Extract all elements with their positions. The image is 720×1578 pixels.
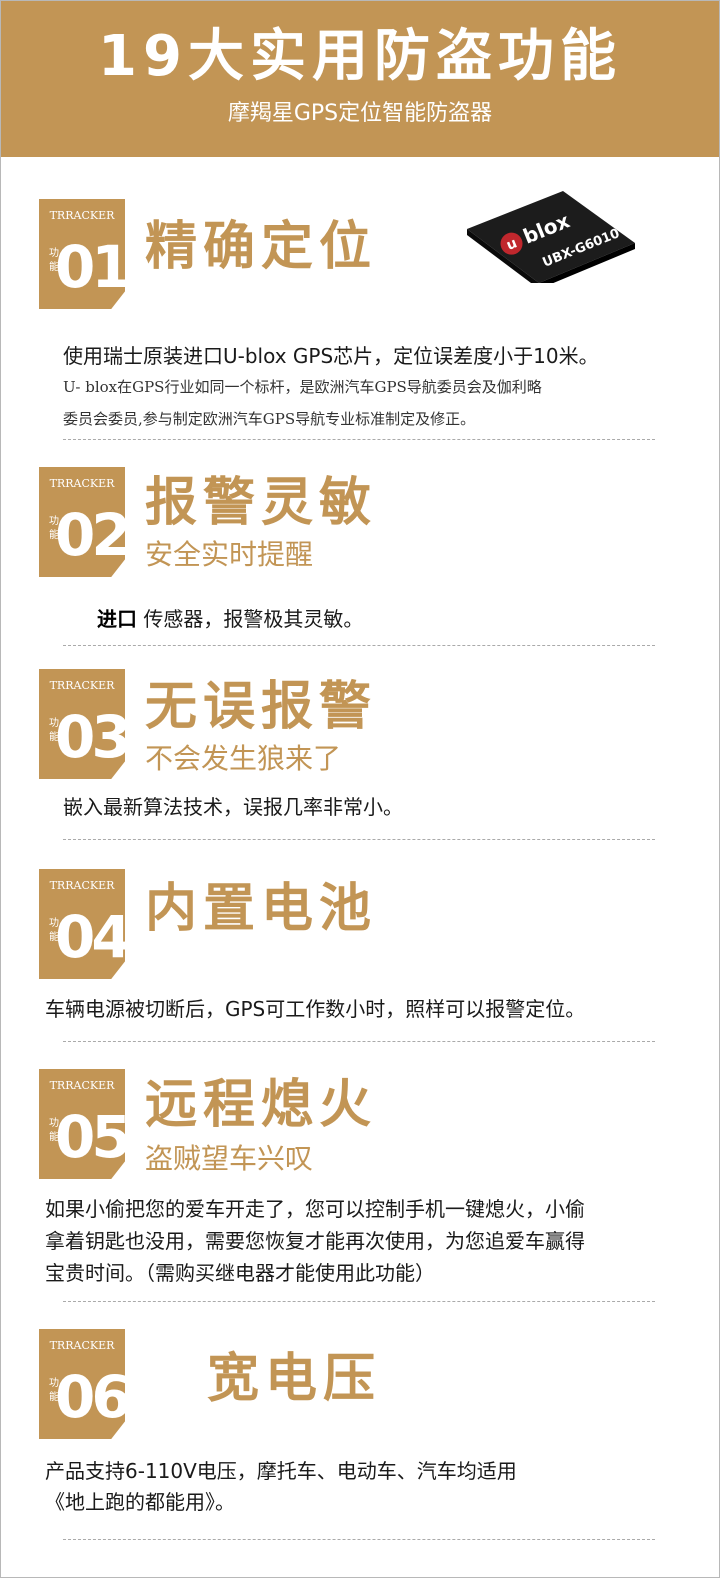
feature-text-02: 进口 传感器，报警极其灵敏。: [97, 604, 363, 634]
badge-number: 03: [55, 703, 128, 771]
feature-text-05a: 如果小偷把您的爱车开走了，您可以控制手机一键熄火，小偷: [45, 1197, 585, 1221]
feature-badge-01: TRRACKER 功能 01: [39, 199, 125, 309]
badge-number: 05: [55, 1103, 128, 1171]
feature-title-02: 报警灵敏: [145, 473, 378, 533]
badge-number: 04: [55, 903, 128, 971]
feature-badge-03: TRRACKER 功能 03: [39, 669, 125, 779]
divider: [63, 1301, 655, 1302]
badge-number: 01: [55, 233, 128, 301]
badge-number: 02: [55, 501, 128, 569]
feature-title-01: 精确定位: [145, 217, 378, 277]
header-banner: 19大实用防盗功能 摩羯星GPS定位智能防盗器: [1, 1, 719, 157]
feature-badge-05: TRRACKER 功能 05: [39, 1069, 125, 1179]
product-feature-page: 19大实用防盗功能 摩羯星GPS定位智能防盗器 TRRACKER 功能 01 精…: [0, 0, 720, 1578]
feature-subtitle-03: 不会发生狼来了: [145, 742, 342, 775]
divider: [63, 839, 655, 840]
feature-detail-01b: 委员会委员,参与制定欧洲汽车GPS导航专业标准制定及修正。: [63, 410, 476, 428]
feature-text-02-body: 传感器，报警极其灵敏。: [143, 607, 364, 631]
feature-badge-02: TRRACKER 功能 02: [39, 467, 125, 577]
feature-text-05b: 拿着钥匙也没用，需要您恢复才能再次使用，为您追爱车赢得: [45, 1229, 585, 1253]
divider: [63, 1539, 655, 1540]
badge-brand: TRRACKER: [49, 209, 115, 222]
feature-text-05c: 宝贵时间。（需购买继电器才能使用此功能）: [45, 1261, 435, 1285]
feature-text-02-lead: 进口: [97, 607, 137, 631]
badge-brand: TRRACKER: [49, 1339, 115, 1352]
badge-number: 06: [55, 1363, 128, 1431]
feature-title-05: 远程熄火: [145, 1075, 378, 1135]
divider: [63, 645, 655, 646]
badge-brand: TRRACKER: [49, 477, 115, 490]
badge-brand: TRRACKER: [49, 879, 115, 892]
divider: [63, 439, 655, 440]
feature-title-06: 宽电压: [207, 1349, 382, 1409]
feature-title-04: 内置电池: [145, 879, 378, 939]
feature-badge-06: TRRACKER 功能 06: [39, 1329, 125, 1439]
feature-subtitle-05: 盗贼望车兴叹: [145, 1142, 314, 1175]
badge-brand: TRRACKER: [49, 1079, 115, 1092]
feature-text-03: 嵌入最新算法技术，误报几率非常小。: [63, 795, 403, 819]
feature-badge-04: TRRACKER 功能 04: [39, 869, 125, 979]
feature-text-01: 使用瑞士原装进口U-blox GPS芯片，定位误差度小于10米。: [63, 344, 599, 368]
badge-brand: TRRACKER: [49, 679, 115, 692]
divider: [63, 1041, 655, 1042]
ublox-chip-image: u blox UBX-G6010: [467, 191, 635, 283]
feature-text-06a: 产品支持6-110V电压，摩托车、电动车、汽车均适用: [45, 1459, 517, 1483]
page-title: 19大实用防盗功能: [98, 24, 622, 89]
feature-subtitle-02: 安全实时提醒: [145, 538, 314, 571]
page-subtitle: 摩羯星GPS定位智能防盗器: [227, 101, 493, 126]
feature-title-03: 无误报警: [145, 677, 378, 737]
feature-text-06b: 《地上跑的都能用》。: [45, 1490, 235, 1514]
feature-detail-01a: U- blox在GPS行业如同一个标杆，是欧洲汽车GPS导航委员会及伽利略: [63, 378, 542, 396]
feature-text-04: 车辆电源被切断后，GPS可工作数小时，照样可以报警定位。: [45, 997, 586, 1021]
